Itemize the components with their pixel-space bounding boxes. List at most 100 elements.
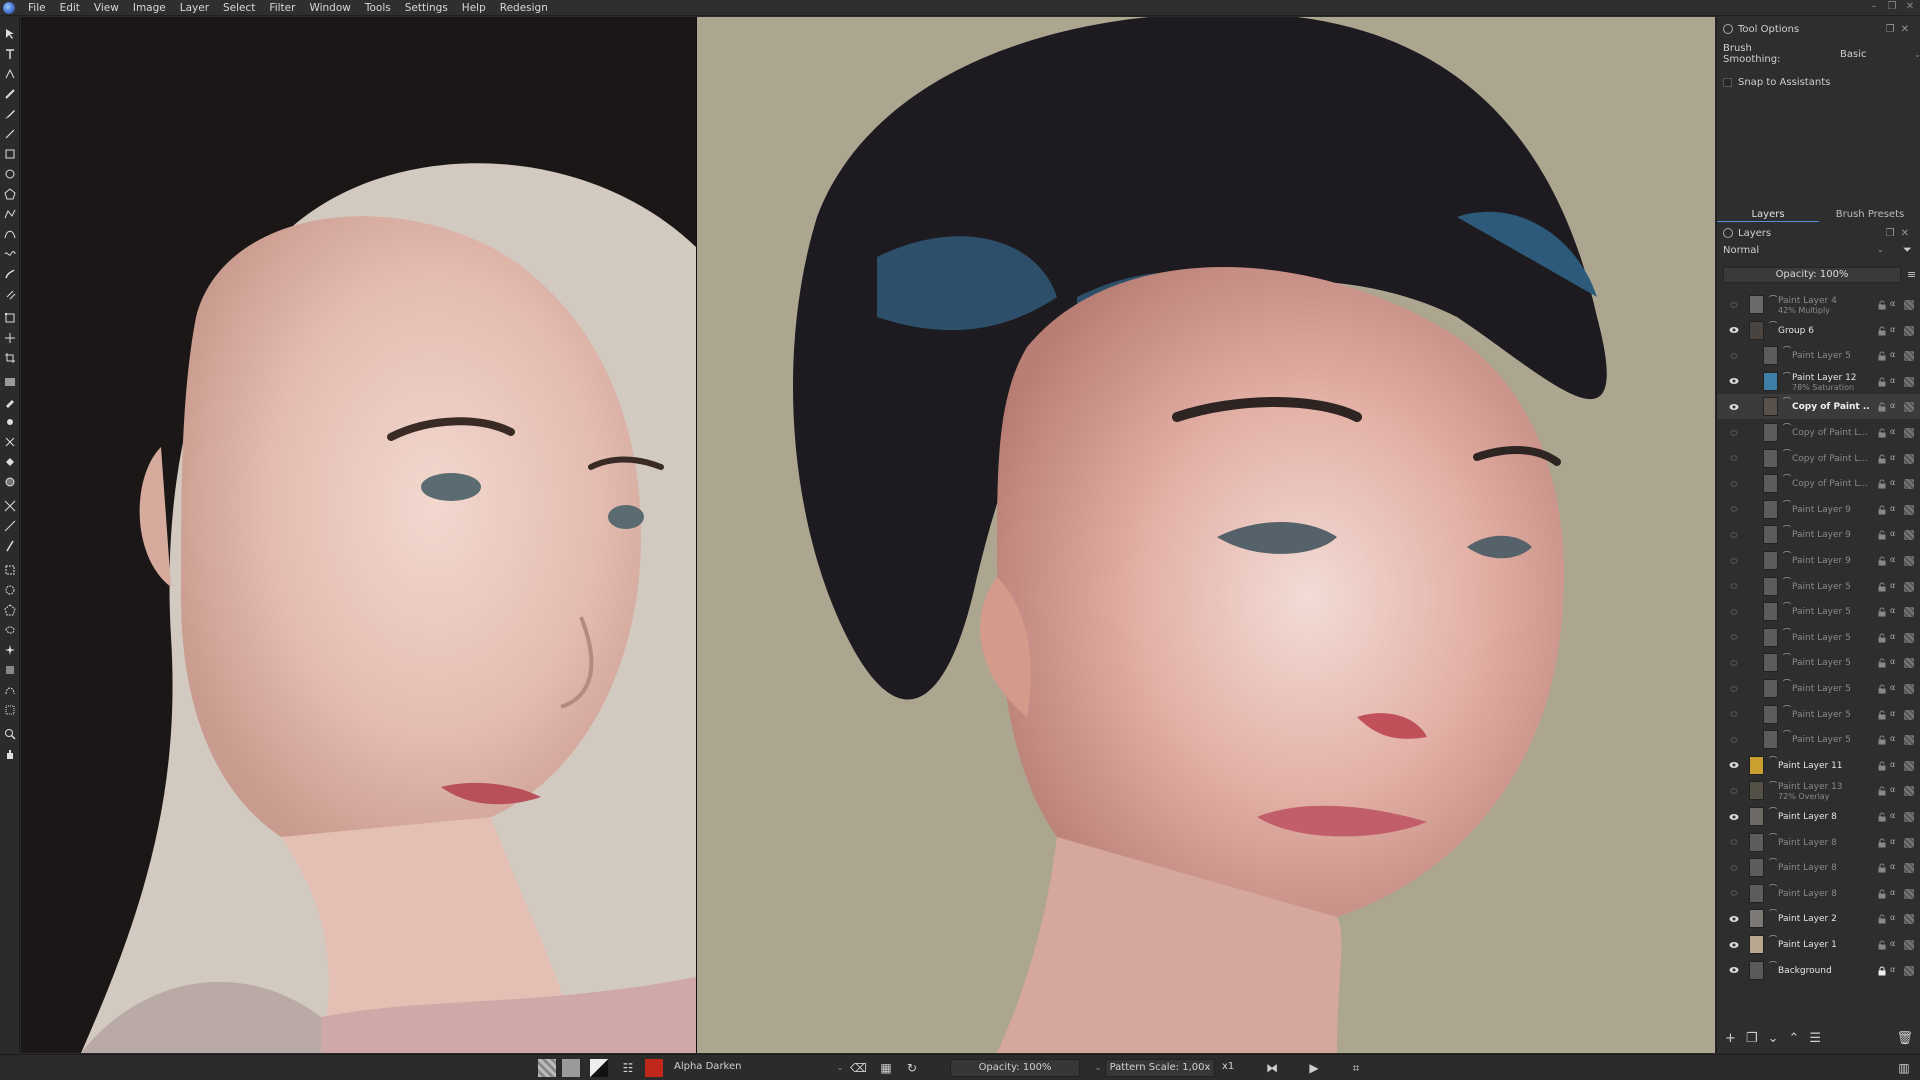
- unlock-icon[interactable]: [1877, 914, 1887, 924]
- unlock-icon[interactable]: [1877, 505, 1887, 515]
- alpha-lock-icon[interactable]: α: [1890, 606, 1900, 616]
- layer-name[interactable]: Copy of Paint L...: [1792, 454, 1870, 464]
- inherit-alpha-icon[interactable]: [1904, 863, 1914, 874]
- ellipse-tool-icon[interactable]: [2, 166, 18, 182]
- alpha-lock-icon[interactable]: α: [1890, 350, 1900, 360]
- unlock-icon[interactable]: [1877, 838, 1887, 848]
- inherit-alpha-icon[interactable]: [1904, 479, 1914, 490]
- inherit-alpha-icon[interactable]: [1904, 760, 1914, 771]
- eye-hidden-icon[interactable]: [1728, 503, 1740, 515]
- inherit-alpha-icon[interactable]: [1904, 376, 1914, 387]
- layer-name[interactable]: Paint Layer 9: [1792, 556, 1870, 566]
- eye-visible-icon[interactable]: [1728, 913, 1740, 925]
- alpha-lock-icon[interactable]: α: [1890, 913, 1900, 923]
- text-tool-icon[interactable]: [2, 46, 18, 62]
- eye-visible-icon[interactable]: [1728, 811, 1740, 823]
- layer-row[interactable]: ⌒ Paint Layer 5 α: [1717, 599, 1920, 624]
- layer-name[interactable]: Paint Layer 8: [1778, 889, 1870, 899]
- layer-row[interactable]: ⌒ Paint Layer 5 α: [1717, 650, 1920, 675]
- filter-icon[interactable]: ⏷: [1903, 243, 1912, 257]
- alpha-lock-icon[interactable]: α: [1890, 888, 1900, 898]
- move-down-icon[interactable]: ⌄: [1768, 1031, 1779, 1046]
- alpha-lock-icon[interactable]: α: [1890, 785, 1900, 795]
- eye-hidden-icon[interactable]: [1728, 580, 1740, 592]
- unlock-icon[interactable]: [1877, 710, 1887, 720]
- mirror-vertical-icon[interactable]: ▶: [1306, 1060, 1322, 1076]
- unlock-icon[interactable]: [1877, 786, 1887, 796]
- eye-visible-icon[interactable]: [1728, 964, 1740, 976]
- color-picker-tool-icon[interactable]: [2, 394, 18, 410]
- eye-hidden-icon[interactable]: [1728, 631, 1740, 643]
- painting[interactable]: [697, 17, 1715, 1053]
- float-close-icons[interactable]: ❐✕: [1886, 24, 1920, 35]
- eye-hidden-icon[interactable]: [1728, 836, 1740, 848]
- alpha-lock-icon[interactable]: α: [1890, 760, 1900, 770]
- layer-name[interactable]: Paint Layer 5: [1792, 351, 1870, 361]
- colorize-mask-tool-icon[interactable]: [2, 414, 18, 430]
- alpha-lock-icon[interactable]: α: [1890, 939, 1900, 949]
- eye-hidden-icon[interactable]: [1728, 734, 1740, 746]
- layer-row[interactable]: ⌒ Copy of Paint L... α: [1717, 420, 1920, 445]
- eye-hidden-icon[interactable]: [1728, 785, 1740, 797]
- blend-mode-select[interactable]: Normal ⌄ ⏷: [1723, 243, 1912, 261]
- layer-opacity-slider[interactable]: Opacity: 100%: [1723, 267, 1901, 283]
- inherit-alpha-icon[interactable]: [1904, 812, 1914, 822]
- foreground-color-swatch[interactable]: [645, 1059, 663, 1077]
- menu-file[interactable]: File: [21, 0, 53, 16]
- layer-row[interactable]: ⌒ Paint Layer 5 α: [1717, 702, 1920, 727]
- inherit-alpha-icon[interactable]: [1904, 940, 1914, 950]
- layer-row[interactable]: ⌒ Paint Layer 5 α: [1717, 574, 1920, 599]
- alpha-lock-icon[interactable]: α: [1890, 581, 1900, 591]
- lock-icon[interactable]: [1877, 966, 1887, 976]
- contiguous-selection-tool-icon[interactable]: [2, 642, 18, 658]
- pan-tool-icon[interactable]: [2, 746, 18, 762]
- freehand-selection-tool-icon[interactable]: [2, 622, 18, 638]
- layer-name[interactable]: Paint Layer 5: [1792, 710, 1870, 720]
- zoom-tool-icon[interactable]: [2, 726, 18, 742]
- inherit-alpha-icon[interactable]: [1904, 888, 1914, 899]
- similar-color-selection-tool-icon[interactable]: [2, 662, 18, 678]
- transform-tool-icon[interactable]: [2, 310, 18, 326]
- eraser-icon[interactable]: ⌫: [850, 1060, 867, 1076]
- bezier-selection-tool-icon[interactable]: [2, 682, 18, 698]
- layer-row[interactable]: ⌒ Paint Layer 8 α: [1717, 830, 1920, 855]
- layer-row[interactable]: ⌒ Paint Layer 5 α: [1717, 343, 1920, 368]
- layer-name[interactable]: Paint Layer 8: [1778, 838, 1870, 848]
- inherit-alpha-icon[interactable]: [1904, 300, 1914, 310]
- alpha-lock-icon[interactable]: ▦: [878, 1060, 894, 1076]
- menu-select[interactable]: Select: [216, 0, 262, 16]
- unlock-icon[interactable]: [1877, 633, 1887, 643]
- inherit-alpha-icon[interactable]: [1904, 530, 1914, 541]
- layer-name[interactable]: Group 6: [1778, 326, 1870, 336]
- inherit-alpha-icon[interactable]: [1904, 581, 1914, 592]
- tab-brush-presets[interactable]: Brush Presets: [1819, 208, 1920, 222]
- select-shapes-tool-icon[interactable]: [2, 26, 18, 42]
- gradient-swatch[interactable]: [562, 1059, 580, 1077]
- fill-tool-icon[interactable]: [2, 454, 18, 470]
- unlock-icon[interactable]: [1877, 300, 1887, 310]
- alpha-lock-icon[interactable]: α: [1890, 453, 1900, 463]
- close-icon[interactable]: ✕: [1904, 1, 1916, 13]
- inherit-alpha-icon[interactable]: [1904, 325, 1914, 336]
- layer-name[interactable]: Paint Layer 12: [1792, 373, 1870, 383]
- alpha-lock-icon[interactable]: α: [1890, 427, 1900, 437]
- line-tool-icon[interactable]: [2, 126, 18, 142]
- unlock-icon[interactable]: [1877, 377, 1887, 387]
- alpha-lock-icon[interactable]: α: [1890, 401, 1900, 411]
- eye-hidden-icon[interactable]: [1728, 708, 1740, 720]
- layer-name[interactable]: Paint Layer 9: [1792, 505, 1870, 515]
- inherit-alpha-icon[interactable]: [1904, 504, 1914, 515]
- calligraphy-tool-icon[interactable]: [2, 86, 18, 102]
- brush-smoothing-dropdown[interactable]: Basic: [1835, 47, 1912, 62]
- layer-name[interactable]: Paint Layer 8: [1778, 812, 1870, 822]
- inherit-alpha-icon[interactable]: [1904, 914, 1914, 925]
- layer-name[interactable]: Paint Layer 5: [1792, 633, 1870, 643]
- unlock-icon[interactable]: [1877, 889, 1887, 899]
- dynamic-brush-tool-icon[interactable]: [2, 266, 18, 282]
- measure-tool-icon[interactable]: [2, 518, 18, 534]
- inherit-alpha-icon[interactable]: [1904, 735, 1914, 746]
- layer-row[interactable]: ⌒ Paint Layer 9 α: [1717, 522, 1920, 547]
- layer-row[interactable]: ⌒ Copy of Paint ... α: [1717, 394, 1920, 420]
- edit-shapes-tool-icon[interactable]: [2, 66, 18, 82]
- rectangular-selection-tool-icon[interactable]: [2, 562, 18, 578]
